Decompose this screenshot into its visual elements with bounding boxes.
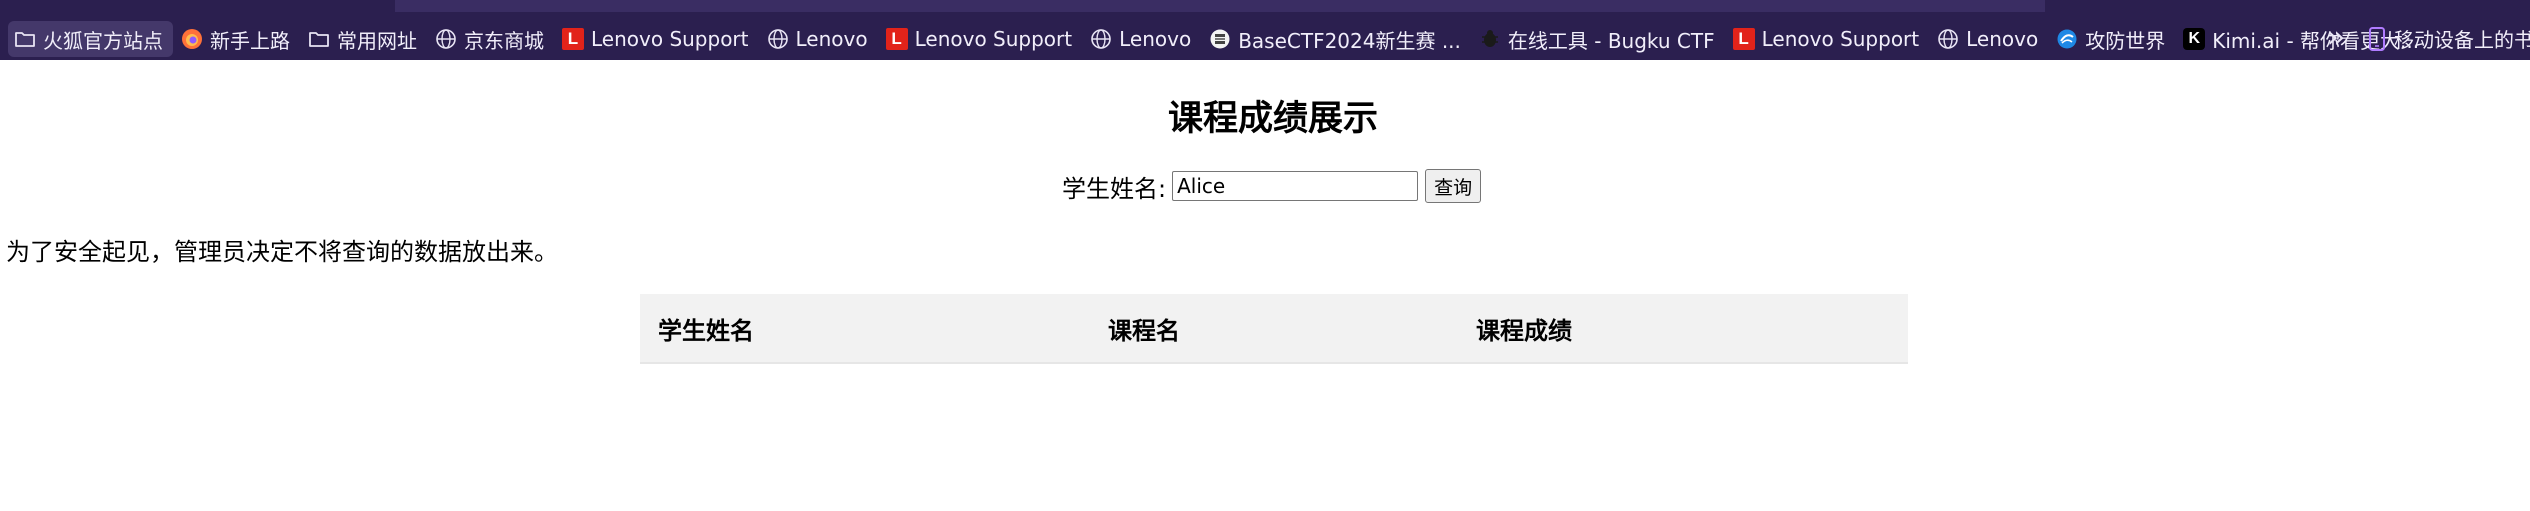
column-header-course-name: 课程名	[1090, 294, 1458, 364]
bookmark-label: 攻防世界	[2085, 28, 2166, 53]
bookmark-basectf[interactable]: BaseCTF2024新生赛 ...	[1203, 21, 1471, 57]
lenovo-icon: L	[885, 28, 908, 50]
mobile-bookmarks-folder[interactable]: 移动设备上的书签	[2368, 20, 2530, 56]
bookmark-label: Lenovo Support	[591, 27, 749, 51]
bookmark-label: 京东商城	[464, 28, 544, 53]
lenovo-icon: L	[562, 28, 584, 50]
bookmark-adworld[interactable]: 攻防世界	[2050, 21, 2175, 57]
bookmark-label: Lenovo	[795, 27, 868, 51]
table-header-row: 学生姓名 课程名 课程成绩	[640, 294, 1908, 364]
bookmarks-overflow-button[interactable]: »	[2318, 20, 2354, 56]
query-button[interactable]: 查询	[1425, 169, 1482, 203]
basectf-icon	[1209, 28, 1231, 50]
page-content: 课程成绩展示 学生姓名: 查询 为了安全起见，管理员决定不将查询的数据放出来。 …	[0, 60, 2530, 511]
student-name-label: 学生姓名:	[1062, 174, 1167, 203]
bookmark-lenovo-support[interactable]: L Lenovo Support	[556, 21, 759, 57]
lenovo-icon: L	[1732, 28, 1755, 50]
bookmark-bugku-tools[interactable]: 在线工具 - Bugku CTF	[1473, 21, 1725, 57]
bookmark-getting-started[interactable]: 新手上路	[175, 21, 300, 57]
bookmark-label: BaseCTF2024新生赛 ...	[1238, 28, 1461, 53]
folder-icon	[14, 28, 36, 50]
globe-icon	[435, 28, 457, 50]
double-chevron-right-icon: »	[2326, 20, 2346, 55]
column-header-student-name: 学生姓名	[640, 294, 1090, 364]
bookmark-label: Lenovo	[1966, 27, 2039, 51]
globe-icon	[767, 28, 789, 50]
tab-strip-edge	[395, 0, 2045, 12]
student-name-input[interactable]	[1172, 171, 1419, 201]
bookmarks-list: 火狐官方站点 新手上路 常用网址 京东商城 L Lenovo Support L…	[8, 20, 2431, 58]
grades-table: 学生姓名 课程名 课程成绩	[640, 294, 1908, 364]
mobile-device-icon	[2368, 27, 2388, 51]
bookmarks-toolbar: 火狐官方站点 新手上路 常用网址 京东商城 L Lenovo Support L…	[0, 0, 2530, 60]
bookmark-folder-firefox-official[interactable]: 火狐官方站点	[8, 21, 173, 57]
mobile-bookmarks-label: 移动设备上的书签	[2394, 27, 2530, 52]
bookmark-lenovo-support[interactable]: L Lenovo Support	[880, 21, 1083, 57]
bookmark-label: Lenovo Support	[914, 27, 1073, 51]
bookmark-lenovo[interactable]: Lenovo	[1084, 21, 1201, 57]
kimi-icon: K	[2183, 28, 2206, 50]
bookmark-jd-mall[interactable]: 京东商城	[429, 21, 554, 57]
bookmark-lenovo-support[interactable]: L Lenovo Support	[1727, 21, 1930, 57]
adworld-icon	[2056, 28, 2078, 50]
firefox-icon	[181, 28, 203, 50]
student-search-form: 学生姓名: 查询	[1062, 168, 1482, 204]
bugku-icon	[1479, 28, 1501, 50]
bookmark-label: 火狐官方站点	[43, 28, 163, 53]
bookmark-lenovo[interactable]: Lenovo	[761, 21, 878, 57]
bookmark-lenovo[interactable]: Lenovo	[1931, 21, 2048, 57]
column-header-course-grade: 课程成绩	[1458, 294, 1908, 364]
bookmark-folder-common-sites[interactable]: 常用网址	[302, 21, 427, 57]
globe-icon	[1937, 28, 1959, 50]
bookmark-label: Lenovo	[1119, 27, 1192, 51]
bookmark-label: 常用网址	[337, 28, 417, 53]
bookmark-label: 在线工具 - Bugku CTF	[1507, 28, 1715, 53]
folder-icon	[308, 28, 330, 50]
globe-icon	[1090, 28, 1112, 50]
security-notice: 为了安全起见，管理员决定不将查询的数据放出来。	[6, 238, 558, 266]
page-title: 课程成绩展示	[1167, 99, 1378, 139]
bookmark-label: 新手上路	[210, 28, 290, 53]
bookmark-label: Lenovo Support	[1761, 27, 1920, 51]
